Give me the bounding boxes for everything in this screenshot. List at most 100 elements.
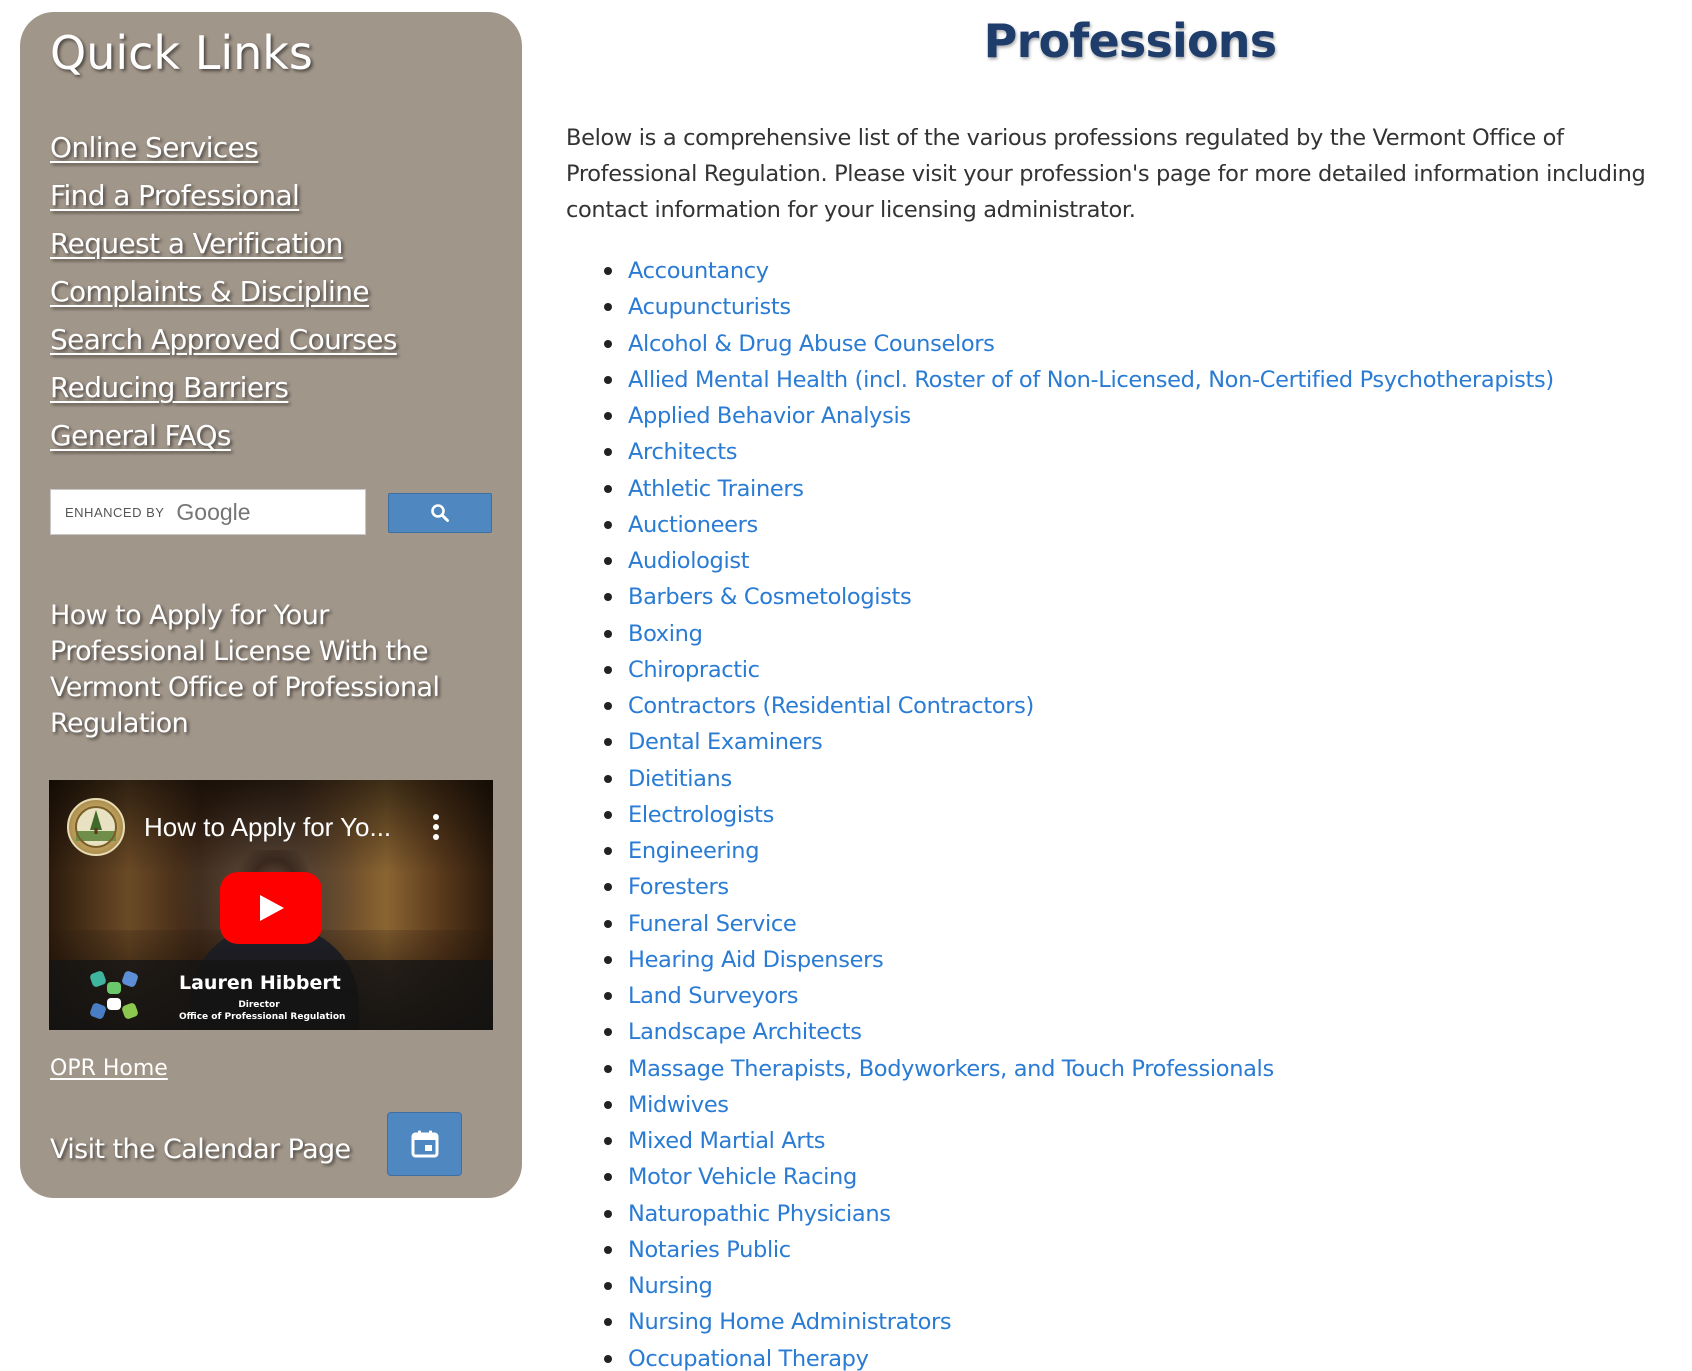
- profession-link[interactable]: Alcohol & Drug Abuse Counselors: [628, 331, 995, 357]
- profession-link[interactable]: Midwives: [628, 1092, 729, 1118]
- quick-link-item: Find a Professional: [50, 172, 397, 220]
- profession-link[interactable]: Acupuncturists: [628, 294, 791, 320]
- profession-item: Funeral Service: [604, 906, 1554, 942]
- search-icon: [431, 504, 449, 522]
- profession-link[interactable]: Applied Behavior Analysis: [628, 403, 911, 429]
- profession-link[interactable]: Naturopathic Physicians: [628, 1201, 891, 1227]
- site-search: ENHANCED BY Google: [50, 489, 494, 535]
- profession-item: Mixed Martial Arts: [604, 1123, 1554, 1159]
- profession-item: Nursing: [604, 1268, 1554, 1304]
- calendar-button[interactable]: [387, 1112, 462, 1176]
- vermont-seal-icon[interactable]: [67, 798, 125, 856]
- profession-item: Notaries Public: [604, 1232, 1554, 1268]
- profession-item: Architects: [604, 434, 1554, 470]
- professions-list: Accountancy Acupuncturists Alcohol & Dru…: [604, 253, 1554, 1371]
- profession-item: Landscape Architects: [604, 1014, 1554, 1050]
- request-verification-link[interactable]: Request a Verification: [50, 227, 343, 260]
- profession-item: Audiologist: [604, 543, 1554, 579]
- quick-links-sidebar: Quick Links Online Services Find a Profe…: [20, 12, 522, 1198]
- profession-link[interactable]: Auctioneers: [628, 512, 758, 538]
- presenter-org: Office of Professional Regulation: [179, 1012, 346, 1022]
- more-vert-icon[interactable]: [433, 814, 439, 840]
- calendar-label: Visit the Calendar Page: [50, 1134, 351, 1165]
- profession-link[interactable]: Motor Vehicle Racing: [628, 1164, 857, 1190]
- profession-link[interactable]: Barbers & Cosmetologists: [628, 584, 912, 610]
- profession-link[interactable]: Land Surveyors: [628, 983, 798, 1009]
- profession-link[interactable]: Hearing Aid Dispensers: [628, 947, 884, 973]
- profession-item: Naturopathic Physicians: [604, 1196, 1554, 1232]
- profession-item: Nursing Home Administrators: [604, 1304, 1554, 1340]
- video-title[interactable]: How to Apply for Yo...: [144, 812, 391, 843]
- profession-item: Massage Therapists, Bodyworkers, and Tou…: [604, 1051, 1554, 1087]
- profession-link[interactable]: Engineering: [628, 838, 760, 864]
- profession-link[interactable]: Contractors (Residential Contractors): [628, 693, 1034, 719]
- profession-item: Electrologists: [604, 797, 1554, 833]
- quick-link-item: Complaints & Discipline: [50, 268, 397, 316]
- apply-license-heading: How to Apply for Your Professional Licen…: [50, 600, 440, 739]
- profession-item: Allied Mental Health (incl. Roster of of…: [604, 362, 1554, 398]
- intro-paragraph: Below is a comprehensive list of the var…: [566, 125, 1646, 223]
- video-embed[interactable]: How to Apply for Yo... Lauren Hibbert Di…: [49, 780, 493, 1030]
- profession-link[interactable]: Landscape Architects: [628, 1019, 862, 1045]
- profession-link[interactable]: Audiologist: [628, 548, 750, 574]
- profession-link[interactable]: Occupational Therapy: [628, 1346, 869, 1371]
- profession-item: Occupational Therapy: [604, 1341, 1554, 1371]
- reducing-barriers-link[interactable]: Reducing Barriers: [50, 371, 289, 404]
- profession-link[interactable]: Nursing: [628, 1273, 713, 1299]
- google-logo: Google: [176, 498, 251, 525]
- enhanced-by-label: ENHANCED BY: [65, 504, 165, 520]
- profession-item: Land Surveyors: [604, 978, 1554, 1014]
- profession-link[interactable]: Chiropractic: [628, 657, 760, 683]
- profession-link[interactable]: Athletic Trainers: [628, 476, 804, 502]
- profession-link[interactable]: Nursing Home Administrators: [628, 1309, 952, 1335]
- profession-item: Motor Vehicle Racing: [604, 1159, 1554, 1195]
- quick-link-item: Reducing Barriers: [50, 364, 397, 412]
- quick-link-item: Request a Verification: [50, 220, 397, 268]
- profession-link[interactable]: Foresters: [628, 874, 729, 900]
- profession-item: Midwives: [604, 1087, 1554, 1123]
- search-button[interactable]: [388, 493, 492, 533]
- profession-link[interactable]: Electrologists: [628, 802, 774, 828]
- profession-link[interactable]: Notaries Public: [628, 1237, 791, 1263]
- search-approved-courses-link[interactable]: Search Approved Courses: [50, 323, 397, 356]
- find-a-professional-link[interactable]: Find a Professional: [50, 179, 300, 212]
- profession-item: Dental Examiners: [604, 724, 1554, 760]
- opr-home-link[interactable]: OPR Home: [50, 1056, 168, 1081]
- profession-link[interactable]: Dental Examiners: [628, 729, 823, 755]
- profession-link[interactable]: Mixed Martial Arts: [628, 1128, 826, 1154]
- profession-link[interactable]: Dietitians: [628, 766, 732, 792]
- presenter-role: Director: [238, 1000, 280, 1010]
- profession-link[interactable]: Boxing: [628, 621, 703, 647]
- profession-link[interactable]: Allied Mental Health (incl. Roster of of…: [628, 367, 1554, 393]
- profession-item: Athletic Trainers: [604, 471, 1554, 507]
- play-icon: [260, 895, 284, 921]
- profession-item: Chiropractic: [604, 652, 1554, 688]
- profession-link[interactable]: Accountancy: [628, 258, 769, 284]
- profession-link[interactable]: Funeral Service: [628, 911, 797, 937]
- general-faqs-link[interactable]: General FAQs: [50, 419, 231, 452]
- profession-link[interactable]: Architects: [628, 439, 737, 465]
- page-title: Professions: [983, 14, 1277, 68]
- opr-logo-icon: [90, 971, 138, 1019]
- profession-link[interactable]: Massage Therapists, Bodyworkers, and Tou…: [628, 1056, 1274, 1082]
- profession-item: Engineering: [604, 833, 1554, 869]
- profession-item: Barbers & Cosmetologists: [604, 579, 1554, 615]
- quick-link-item: General FAQs: [50, 412, 397, 460]
- online-services-link[interactable]: Online Services: [50, 131, 259, 164]
- calendar-icon: [411, 1130, 438, 1158]
- quick-links-title: Quick Links: [50, 26, 313, 80]
- play-button[interactable]: [220, 872, 322, 944]
- profession-item: Accountancy: [604, 253, 1554, 289]
- profession-item: Alcohol & Drug Abuse Counselors: [604, 326, 1554, 362]
- profession-item: Hearing Aid Dispensers: [604, 942, 1554, 978]
- profession-item: Auctioneers: [604, 507, 1554, 543]
- presenter-name: Lauren Hibbert: [179, 972, 341, 994]
- complaints-discipline-link[interactable]: Complaints & Discipline: [50, 275, 370, 308]
- profession-item: Boxing: [604, 616, 1554, 652]
- page: Quick Links Online Services Find a Profe…: [0, 0, 1692, 1371]
- profession-item: Contractors (Residential Contractors): [604, 688, 1554, 724]
- profession-item: Foresters: [604, 869, 1554, 905]
- profession-item: Acupuncturists: [604, 289, 1554, 325]
- search-input[interactable]: ENHANCED BY Google: [50, 489, 366, 535]
- profession-item: Dietitians: [604, 761, 1554, 797]
